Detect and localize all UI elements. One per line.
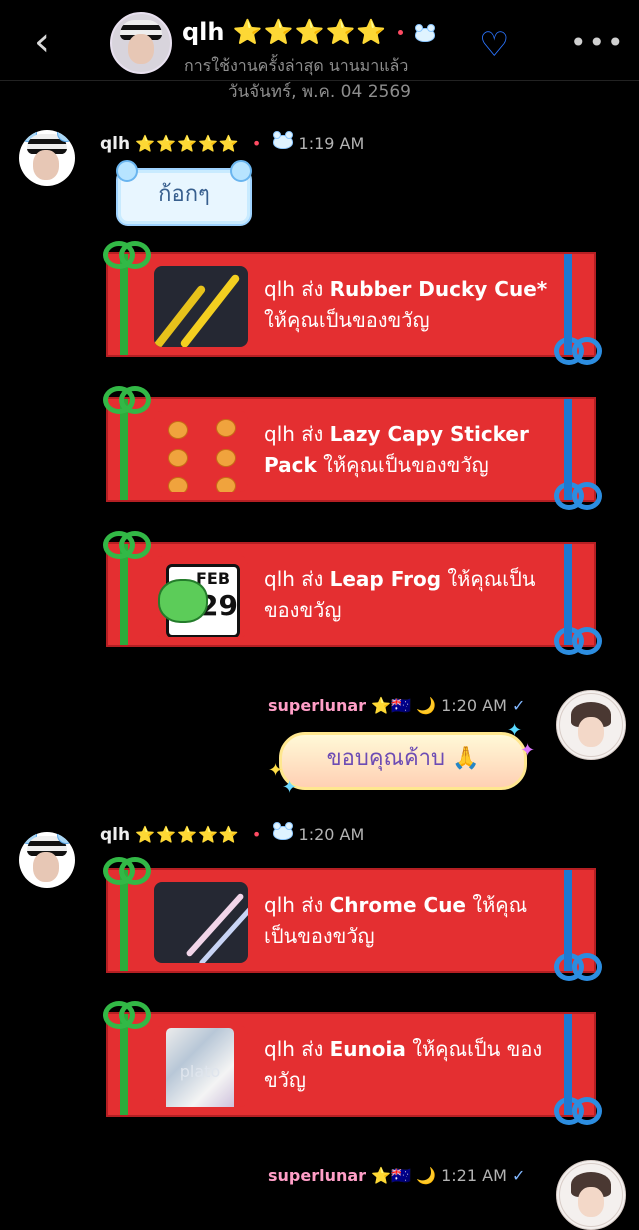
- cue-stick-icon: [154, 284, 207, 347]
- chat-message-bubble[interactable]: ก้อกๆ: [116, 160, 252, 226]
- gift-message: qlh ส่ง Eunoia ให้คุณเป็น ของขวัญ: [264, 1034, 564, 1096]
- message-time: 1:21 AM: [441, 1166, 507, 1185]
- sender-badges: ⭐🇦🇺: [371, 696, 411, 715]
- green-bow-icon: [103, 379, 151, 419]
- sent-message-bubble[interactable]: ขอบคุณค้าบ 🙏: [279, 732, 527, 790]
- moon-badge-icon: 🌙: [416, 1166, 437, 1185]
- capy-sticker-icon: [168, 449, 188, 467]
- sender-badges: ⭐🇦🇺: [371, 1166, 411, 1185]
- avatar-face: [128, 34, 154, 64]
- frog-icon: [158, 579, 208, 623]
- gift-suffix-text: ให้คุณเป็นของขวัญ: [316, 453, 489, 477]
- sparkle-icon: ✦: [507, 720, 523, 741]
- gift-card[interactable]: qlh ส่ง Lazy Capy Sticker Pack ให้คุณเป็…: [103, 386, 602, 510]
- capy-sticker-icon: [216, 477, 236, 492]
- rubber-ducky-cue-image: [154, 266, 248, 347]
- read-check-icon: ✓: [511, 696, 526, 715]
- gift-card[interactable]: qlh ส่ง Rubber Ducky Cue* ให้คุณเป็นของข…: [103, 241, 602, 365]
- status-dot-icon: •: [251, 134, 262, 153]
- avatar-face: [33, 150, 59, 180]
- message-time: 1:19 AM: [298, 134, 365, 153]
- capy-sticker-icon: [216, 419, 236, 437]
- message-meta: superlunar ⭐🇦🇺 🌙 1:21 AM ✓: [268, 1166, 525, 1185]
- capy-sticker-icon: [168, 477, 188, 492]
- sender-avatar-qlh[interactable]: [19, 130, 75, 186]
- read-check-icon: ✓: [511, 1166, 526, 1185]
- back-button[interactable]: ‹: [34, 22, 50, 62]
- chat-date-label: วันจันทร์, พ.ค. 04 2569: [228, 82, 411, 102]
- self-avatar[interactable]: [556, 690, 626, 760]
- sparkle-icon: ✦: [268, 760, 284, 781]
- gift-sender-text: qlh ส่ง: [264, 277, 330, 301]
- capy-sticker-icon: [216, 449, 236, 467]
- gift-message: qlh ส่ง Leap Frog ให้คุณเป็น ของขวัญ: [264, 564, 564, 626]
- gift-message: qlh ส่ง Rubber Ducky Cue* ให้คุณเป็นของข…: [264, 274, 564, 336]
- gift-sender-text: qlh ส่ง: [264, 893, 330, 917]
- bear-badge-icon: [415, 24, 435, 42]
- avatar-face: [578, 717, 604, 747]
- gift-sender-text: qlh ส่ง: [264, 1037, 330, 1061]
- sender-stars: ⭐⭐⭐⭐⭐: [135, 825, 240, 844]
- message-meta: superlunar ⭐🇦🇺 🌙 1:20 AM ✓: [268, 696, 525, 715]
- more-options-button[interactable]: •••: [570, 26, 626, 59]
- online-dot-icon: [398, 30, 403, 35]
- green-bow-icon: [103, 234, 151, 274]
- sender-name: superlunar: [268, 1166, 367, 1185]
- bear-badge-icon: [273, 131, 294, 149]
- avatar-face: [33, 852, 59, 882]
- capy-sticker-icon: [168, 421, 188, 439]
- gift-item-name: Rubber Ducky Cue*: [329, 277, 548, 301]
- gift-card[interactable]: plato qlh ส่ง Eunoia ให้คุณเป็น ของขวัญ: [103, 1001, 602, 1125]
- capy-sticker-pack-image: [154, 411, 248, 492]
- gift-card[interactable]: qlh ส่ง Chrome Cue ให้คุณ เป็นของขวัญ: [103, 857, 602, 981]
- chrome-cue-image: [154, 882, 248, 963]
- gift-item-name: Eunoia: [329, 1037, 406, 1061]
- plato-card-icon: plato: [166, 1028, 234, 1107]
- green-bow-icon: [103, 850, 151, 890]
- message-meta: qlh ⭐⭐⭐⭐⭐ • 1:19 AM: [100, 131, 365, 154]
- sparkle-icon: ✦: [520, 740, 536, 761]
- sparkle-icon: ✦: [282, 777, 298, 798]
- chat-header: ‹ qlh ⭐⭐⭐⭐⭐ ♡ ••• การใช้งานครั้งล่าสุด น…: [0, 0, 639, 81]
- green-bow-icon: [103, 994, 151, 1034]
- gift-message: qlh ส่ง Lazy Capy Sticker Pack ให้คุณเป็…: [264, 419, 564, 481]
- leap-frog-image: FEB 29: [154, 556, 248, 637]
- sender-stars: ⭐⭐⭐⭐⭐: [135, 134, 240, 153]
- sender-name: qlh: [100, 134, 131, 154]
- message-meta: qlh ⭐⭐⭐⭐⭐ • 1:20 AM: [100, 822, 365, 845]
- gift-message: qlh ส่ง Chrome Cue ให้คุณ เป็นของขวัญ: [264, 890, 564, 952]
- green-bow-icon: [103, 524, 151, 564]
- gift-sender-text: qlh ส่ง: [264, 422, 330, 446]
- chat-title[interactable]: qlh ⭐⭐⭐⭐⭐: [182, 18, 387, 46]
- favorite-heart-button[interactable]: ♡: [479, 25, 509, 65]
- rating-stars: ⭐⭐⭐⭐⭐: [232, 18, 388, 46]
- gift-card[interactable]: FEB 29 qlh ส่ง Leap Frog ให้คุณเป็น ของข…: [103, 531, 602, 655]
- status-dot-icon: •: [251, 825, 262, 844]
- sender-name: qlh: [100, 825, 131, 845]
- sender-avatar-qlh[interactable]: [19, 832, 75, 888]
- bear-badge-icon: [273, 822, 294, 840]
- last-seen-status: การใช้งานครั้งล่าสุด นานมาแล้ว: [184, 56, 409, 75]
- avatar-face: [578, 1187, 604, 1217]
- gift-sender-text: qlh ส่ง: [264, 567, 330, 591]
- gift-item-name: Chrome Cue: [329, 893, 466, 917]
- eunoia-image: plato: [154, 1026, 248, 1107]
- message-time: 1:20 AM: [441, 696, 507, 715]
- sender-name: superlunar: [268, 696, 367, 715]
- moon-badge-icon: 🌙: [416, 696, 437, 715]
- message-time: 1:20 AM: [298, 825, 365, 844]
- chat-avatar[interactable]: [110, 12, 172, 74]
- gift-item-name: Leap Frog: [329, 567, 442, 591]
- chat-name: qlh: [182, 18, 225, 46]
- self-avatar[interactable]: [556, 1160, 626, 1230]
- gift-suffix-text: ให้คุณเป็นของขวัญ: [264, 308, 430, 332]
